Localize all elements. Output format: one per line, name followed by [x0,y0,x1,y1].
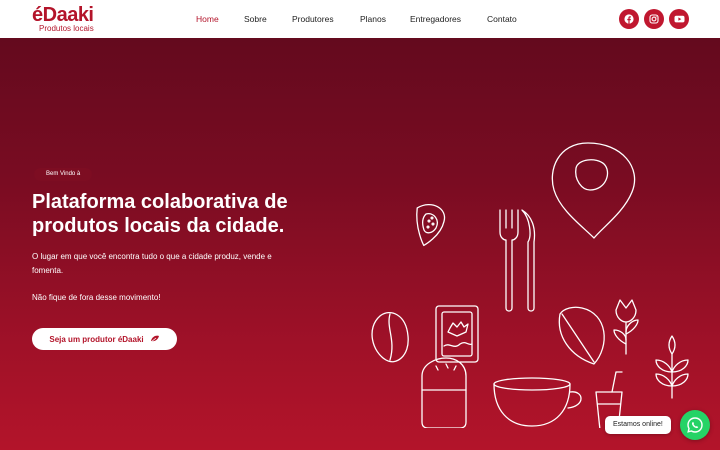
instagram-icon[interactable] [644,9,664,29]
brand-tagline: Produtos locais [39,24,94,33]
hero-description: O lugar em que você encontra tudo o que … [32,252,272,275]
brand-name: éDaaki [32,4,94,26]
facebook-icon[interactable] [619,9,639,29]
nav-item-home[interactable]: Home [196,13,219,25]
hero-section: Bem Vindo à Plataforma colaborativa de p… [0,38,720,450]
map-pin-icon [551,142,636,239]
leaf-drawing-icon [558,306,605,365]
nav-item-entregadores[interactable]: Entregadores [410,13,461,25]
local-products-illustration [371,142,689,428]
nav-item-contato[interactable]: Contato [487,13,517,25]
cta-label: Seja um produtor éDaaki [49,334,144,344]
cutlery-icon [499,209,536,312]
nav-item-produtores[interactable]: Produtores [292,13,334,25]
papaya-icon [416,203,446,247]
product-jar-icon [435,305,479,363]
cup-icon [493,377,582,427]
hero-title: Plataforma colaborativa de produtos loca… [32,191,288,237]
youtube-icon[interactable] [669,9,689,29]
become-producer-button[interactable]: Seja um produtor éDaaki [32,328,177,350]
whatsapp-icon[interactable] [680,410,710,440]
welcome-badge: Bem Vindo à [34,168,93,181]
hero-callout: Não fique de fora desse movimento! [32,293,161,302]
nav-item-planos[interactable]: Planos [360,13,386,25]
brand-logo[interactable]: éDaaki Produtos locais [32,4,112,34]
leaf-icon [150,330,160,348]
coffee-bean-icon [371,312,409,363]
wheat-icon [655,335,689,399]
site-header: éDaaki Produtos locais Home Sobre Produt… [0,0,720,38]
nav-item-sobre[interactable]: Sobre [244,13,267,25]
bread-icon [421,357,467,428]
flower-icon [613,299,639,355]
online-status-label: Estamos online! [605,416,671,434]
